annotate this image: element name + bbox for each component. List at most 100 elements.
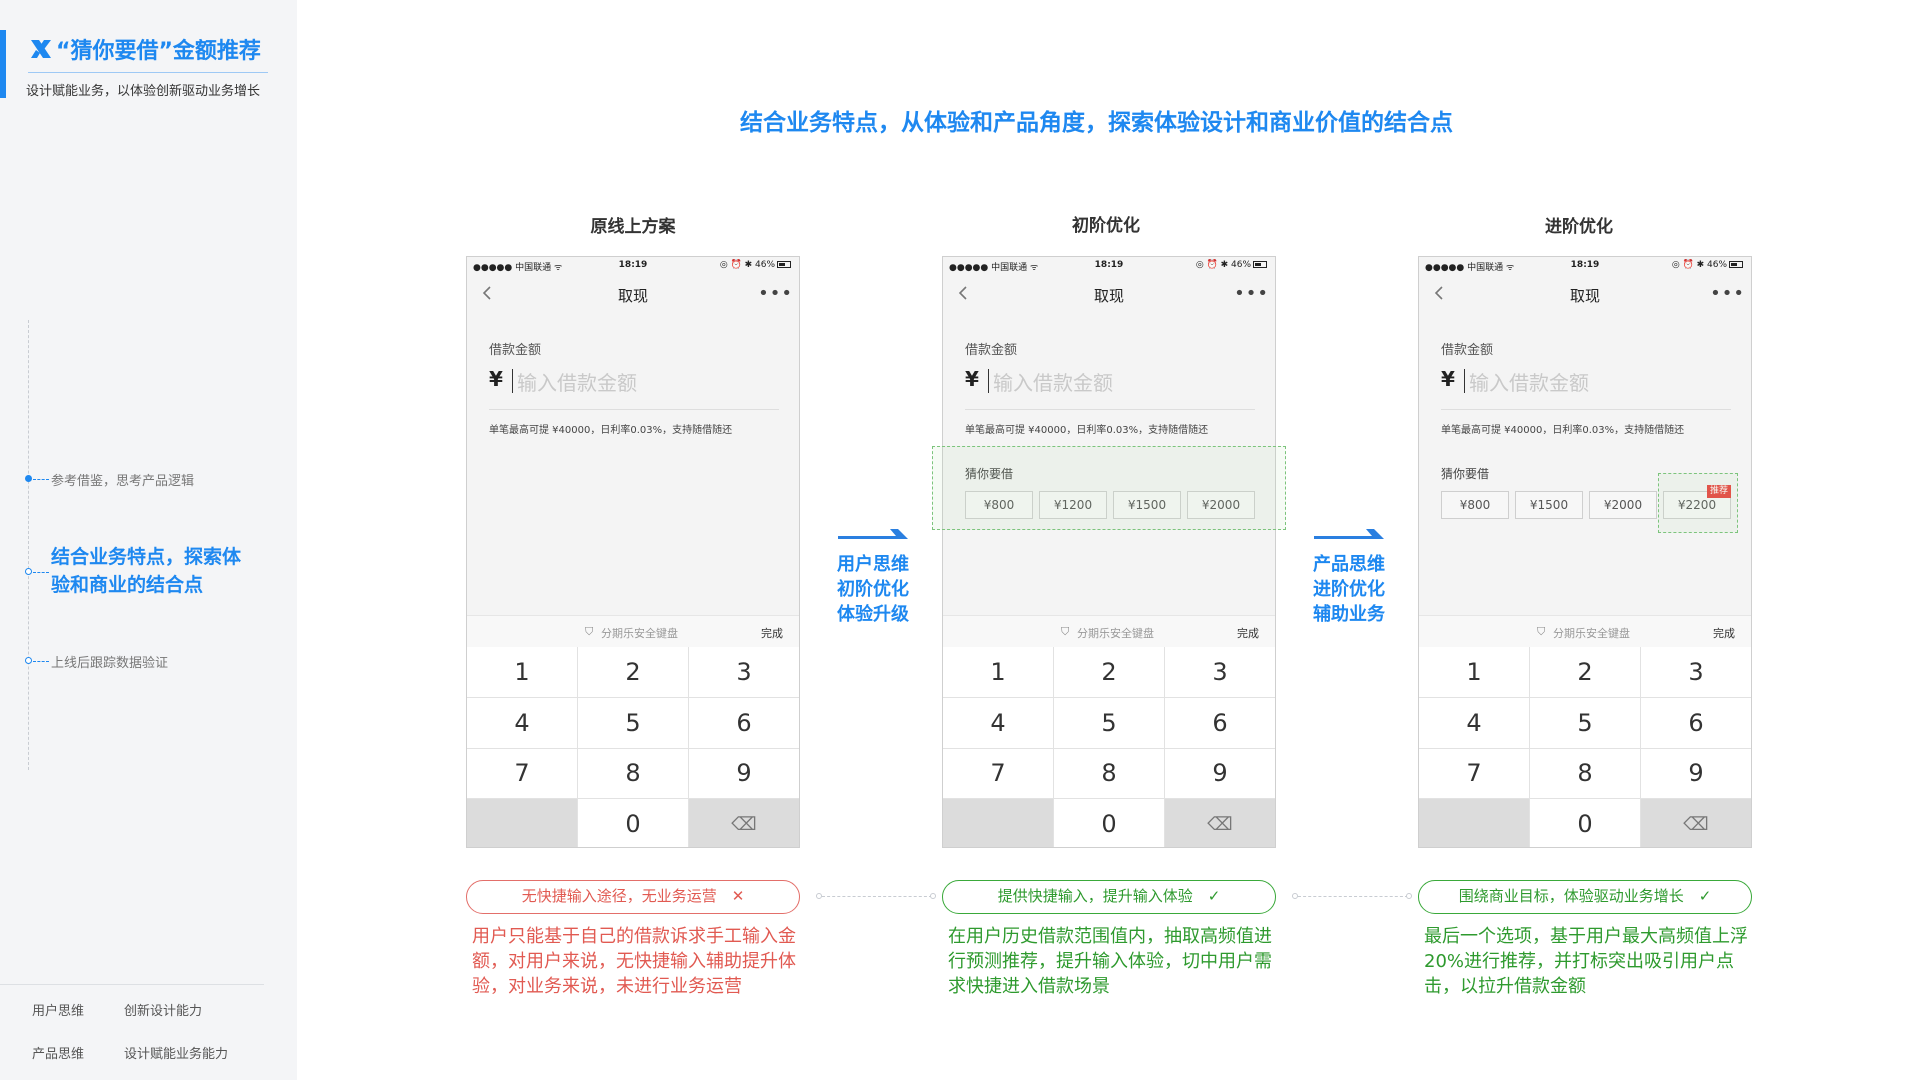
key-3[interactable]: 3	[1641, 647, 1751, 697]
more-icon[interactable]: •••	[1710, 283, 1745, 304]
keyboard-done-button[interactable]: 完成	[1713, 625, 1735, 641]
connector-dot	[930, 893, 936, 899]
amount-chip-2000[interactable]: ¥2000	[1589, 491, 1657, 519]
column-title-original: 原线上方案	[590, 217, 676, 237]
footer-user-thinking: 用户思维	[32, 1004, 85, 1019]
key-7[interactable]: 7	[1419, 748, 1529, 799]
timeline-dot	[25, 475, 32, 482]
amount-label: 借款金额	[965, 343, 1018, 358]
shield-icon: ⛉	[1061, 625, 1070, 638]
key-7[interactable]: 7	[943, 748, 1053, 799]
verdict-pill-original: 无快捷输入途径，无业务运营 ✕	[466, 880, 800, 914]
key-4[interactable]: 4	[1419, 697, 1529, 748]
delete-key[interactable]: ⌫	[1165, 799, 1275, 847]
more-icon[interactable]: •••	[1234, 283, 1269, 304]
key-5[interactable]: 5	[1054, 697, 1164, 748]
key-2[interactable]: 2	[1054, 647, 1164, 697]
status-bar: ●●●●● 中国联通 ᯤ 18:19 ◎ ⏰ ✱ 46%	[1419, 257, 1751, 273]
nav-title: 取现	[1093, 287, 1124, 305]
key-7[interactable]: 7	[467, 748, 577, 799]
input-underline	[965, 409, 1255, 410]
arrow-right-icon	[838, 529, 908, 539]
currency-symbol: ¥	[489, 367, 503, 391]
delete-key[interactable]: ⌫	[1641, 799, 1751, 847]
step-explore-active[interactable]: 结合业务特点，探索体验和商业的结合点	[51, 543, 251, 599]
input-underline	[1441, 409, 1731, 410]
footer-business-enable: 设计赋能业务能力	[124, 1047, 229, 1062]
key-2[interactable]: 2	[1530, 647, 1640, 697]
key-1[interactable]: 1	[467, 647, 577, 697]
amount-chip-800[interactable]: ¥800	[1441, 491, 1509, 519]
cross-logo-icon	[31, 40, 51, 58]
amount-hint: 单笔最高可提 ¥40000，日利率0.03%，支持随借随还	[1441, 425, 1685, 436]
key-2[interactable]: 2	[578, 647, 688, 697]
key-0[interactable]: 0	[1054, 799, 1164, 847]
shield-icon: ⛉	[1537, 625, 1546, 638]
nav-bar: 取现 •••	[1419, 273, 1751, 313]
key-8[interactable]: 8	[1530, 748, 1640, 799]
status-bar: ●●●●● 中国联通 ᯤ 18:19 ◎ ⏰ ✱ 46%	[943, 257, 1275, 273]
phone-mockup-basic: ●●●●● 中国联通 ᯤ 18:19 ◎ ⏰ ✱ 46% 取现 ••• 借款金额…	[942, 256, 1276, 848]
step-reference[interactable]: 参考借鉴，思考产品逻辑	[51, 470, 194, 489]
numeric-keypad: 1 2 3 4 5 6 7 8 9 0 ⌫	[943, 647, 1275, 847]
timeline-line	[28, 320, 29, 770]
sidebar-accent-bar	[0, 30, 6, 98]
sidebar-subtitle: 设计赋能业务，以体验创新驱动业务增长	[26, 84, 261, 99]
key-9[interactable]: 9	[1165, 748, 1275, 799]
amount-label: 借款金额	[1441, 343, 1494, 358]
amount-input[interactable]: 输入借款金额	[993, 367, 1113, 396]
key-9[interactable]: 9	[1641, 748, 1751, 799]
transition-label-1: 用户思维 初阶优化 体验升级	[837, 554, 909, 625]
delete-key[interactable]: ⌫	[689, 799, 799, 847]
battery-icon	[777, 261, 791, 268]
timeline-connector	[33, 661, 49, 662]
guess-highlight-box	[932, 446, 1286, 530]
key-5[interactable]: 5	[1530, 697, 1640, 748]
key-8[interactable]: 8	[578, 748, 688, 799]
text-cursor	[1464, 369, 1465, 393]
key-4[interactable]: 4	[943, 697, 1053, 748]
input-underline	[489, 409, 779, 410]
connector-dot	[1406, 893, 1412, 899]
key-8[interactable]: 8	[1054, 748, 1164, 799]
description-advanced: 最后一个选项，基于用户最大高频值上浮20%进行推荐，并打标突出吸引用户点击，以拉…	[1424, 926, 1748, 997]
key-1[interactable]: 1	[943, 647, 1053, 697]
status-icons: ◎ ⏰ ✱ 46%	[1672, 260, 1743, 270]
battery-icon	[1729, 261, 1743, 268]
key-3[interactable]: 3	[689, 647, 799, 697]
sidebar-divider	[0, 984, 264, 985]
keyboard-toolbar: ⛉ 分期乐安全键盘 完成	[1419, 615, 1751, 647]
key-0[interactable]: 0	[1530, 799, 1640, 847]
key-4[interactable]: 4	[467, 697, 577, 748]
timeline-dot	[25, 657, 32, 664]
keyboard-done-button[interactable]: 完成	[761, 625, 783, 641]
keyboard-done-button[interactable]: 完成	[1237, 625, 1259, 641]
shield-icon: ⛉	[585, 625, 594, 638]
amount-input[interactable]: 输入借款金额	[1469, 367, 1589, 396]
more-icon[interactable]: •••	[758, 283, 793, 304]
amount-input[interactable]: 输入借款金额	[517, 367, 637, 396]
keyboard-toolbar: ⛉ 分期乐安全键盘 完成	[943, 615, 1275, 647]
status-icons: ◎ ⏰ ✱ 46%	[1196, 260, 1267, 270]
verdict-pill-basic: 提供快捷输入，提升输入体验 ✓	[942, 880, 1276, 914]
key-6[interactable]: 6	[1641, 697, 1751, 748]
key-6[interactable]: 6	[1165, 697, 1275, 748]
key-6[interactable]: 6	[689, 697, 799, 748]
step-tracking[interactable]: 上线后跟踪数据验证	[51, 652, 168, 671]
battery-icon	[1253, 261, 1267, 268]
verdict-pill-advanced: 围绕商业目标，体验驱动业务增长 ✓	[1418, 880, 1752, 914]
amount-chip-1500[interactable]: ¥1500	[1515, 491, 1583, 519]
phone-mockup-advanced: ●●●●● 中国联通 ᯤ 18:19 ◎ ⏰ ✱ 46% 取现 ••• 借款金额…	[1418, 256, 1752, 848]
key-3[interactable]: 3	[1165, 647, 1275, 697]
key-5[interactable]: 5	[578, 697, 688, 748]
footer-product-thinking: 产品思维	[32, 1047, 85, 1062]
phone-mockup-original: ●●●●● 中国联通 ᯤ 18:19 ◎ ⏰ ✱ 46% 取现 ••• 借款金额…	[466, 256, 800, 848]
keyboard-title: 分期乐安全键盘	[1077, 627, 1154, 640]
key-1[interactable]: 1	[1419, 647, 1529, 697]
column-title-advanced: 进阶优化	[1545, 217, 1613, 237]
title-underline	[28, 72, 268, 73]
numeric-keypad: 1 2 3 4 5 6 7 8 9 0 ⌫	[467, 647, 799, 847]
key-0[interactable]: 0	[578, 799, 688, 847]
dashed-connector	[822, 896, 932, 897]
key-9[interactable]: 9	[689, 748, 799, 799]
